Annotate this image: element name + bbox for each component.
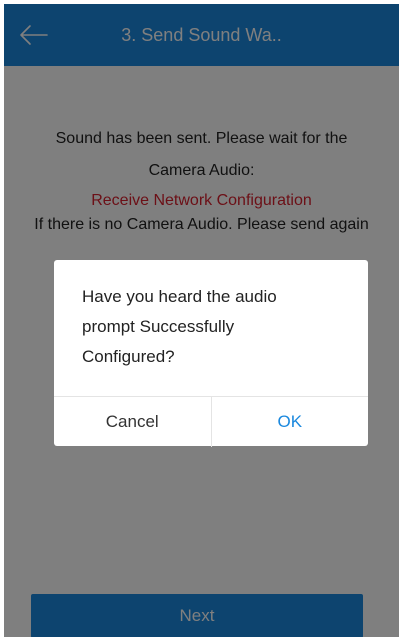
screen: 3. Send Sound Wa.. Sound has been sent. …: [4, 4, 399, 637]
confirm-dialog: Have you heard the audio prompt Successf…: [54, 260, 368, 447]
dialog-message-line-3: Configured?: [82, 347, 175, 366]
dialog-message: Have you heard the audio prompt Successf…: [82, 282, 352, 372]
ok-button[interactable]: OK: [212, 397, 369, 447]
dialog-actions: Cancel OK: [54, 396, 368, 447]
dialog-message-line-2: prompt Successfully: [82, 317, 235, 336]
dialog-message-line-1: Have you heard the audio: [82, 287, 277, 306]
cancel-button[interactable]: Cancel: [54, 397, 212, 447]
